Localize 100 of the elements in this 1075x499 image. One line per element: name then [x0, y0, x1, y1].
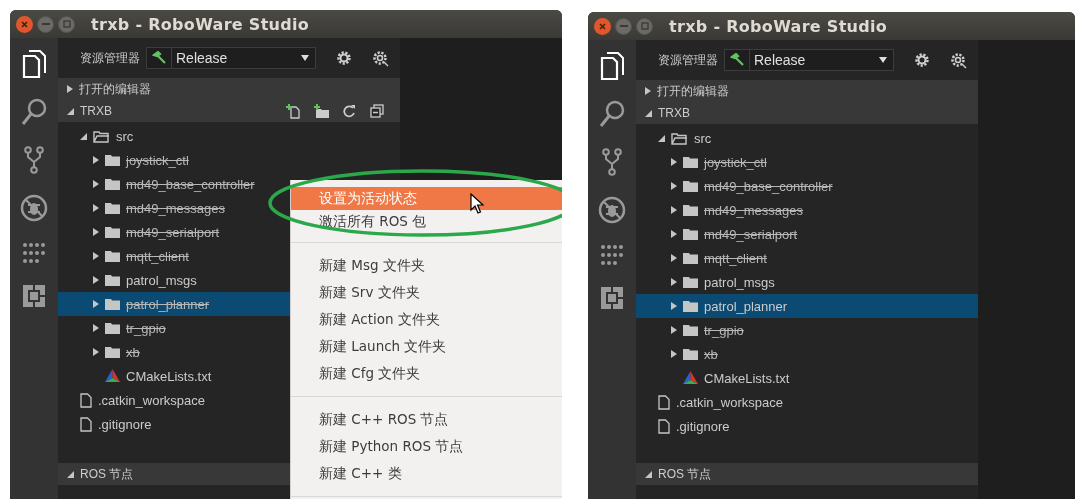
pointer-icon: [470, 193, 484, 215]
hammer-icon: [730, 53, 744, 67]
caret-icon: [645, 87, 651, 95]
menu-item[interactable]: 新建 Msg 文件夹: [291, 252, 562, 279]
section-header[interactable]: ROS 节点: [636, 463, 978, 485]
folder-icon: [105, 202, 120, 214]
collapse-icon[interactable]: [370, 104, 384, 118]
caret-icon: [670, 278, 677, 286]
settings-icon[interactable]: [336, 50, 352, 66]
tree-item[interactable]: xb: [636, 342, 978, 366]
caret-icon: [67, 470, 74, 478]
package-icon[interactable]: [600, 286, 624, 310]
grid-icon[interactable]: [22, 242, 46, 264]
branch-icon[interactable]: [24, 146, 44, 174]
folder-icon: [105, 154, 120, 166]
tree-item[interactable]: joystick_ctl: [58, 148, 400, 172]
refresh-icon[interactable]: [343, 104, 356, 118]
caret-icon: [670, 158, 677, 166]
tree-item[interactable]: md49_messages: [636, 198, 978, 222]
tree-item[interactable]: patrol_msgs: [636, 270, 978, 294]
folder-icon: [105, 346, 120, 358]
folder-icon: [105, 226, 120, 238]
caret-icon: [670, 350, 677, 358]
caret-icon: [92, 156, 99, 164]
caret-icon: [92, 348, 99, 356]
explorer-label: 资源管理器: [658, 51, 718, 69]
section-header[interactable]: TRXB: [636, 102, 978, 124]
file-icon: [658, 418, 670, 434]
tree-item[interactable]: .gitignore: [636, 414, 978, 438]
folder-icon: [683, 324, 698, 336]
caret-icon: [67, 85, 73, 93]
close-icon[interactable]: [594, 17, 611, 35]
tree-item[interactable]: md49_base_controller: [636, 174, 978, 198]
caret-icon: [879, 57, 887, 63]
hammer-icon: [152, 51, 166, 65]
new-folder-icon[interactable]: [314, 104, 329, 118]
folder-icon: [683, 204, 698, 216]
caret-icon: [92, 300, 99, 308]
triangle-icon: [105, 369, 120, 383]
close-icon[interactable]: [16, 15, 33, 33]
window-title: trxb - RoboWare Studio: [669, 16, 888, 36]
menu-item[interactable]: 新建 Cfg 文件夹: [291, 360, 562, 387]
new-file-icon[interactable]: [286, 103, 300, 119]
folder-icon: [683, 276, 698, 288]
caret-icon: [670, 230, 677, 238]
caret-icon: [645, 470, 652, 478]
section-header[interactable]: TRXB: [58, 100, 400, 122]
tree-item[interactable]: patrol_planner: [636, 294, 978, 318]
file-icon: [80, 416, 92, 432]
section-header[interactable]: 打开的编辑器: [58, 78, 400, 100]
caret-icon: [80, 132, 87, 140]
caret-icon: [670, 206, 677, 214]
tree-item[interactable]: mqtt_client: [636, 246, 978, 270]
tree-item[interactable]: CMakeLists.txt: [636, 366, 978, 390]
folder-icon: [683, 228, 698, 240]
triangle-icon: [683, 371, 698, 385]
caret-icon: [92, 228, 99, 236]
build-config-dropdown[interactable]: Release: [146, 47, 316, 69]
tree-item[interactable]: joystick_ctl: [636, 150, 978, 174]
explorer-label: 资源管理器: [80, 49, 140, 67]
tree-item[interactable]: src: [636, 126, 978, 150]
caret-icon: [92, 204, 99, 212]
build-config-dropdown[interactable]: Release: [724, 49, 894, 71]
caret-icon: [92, 276, 99, 284]
files-icon[interactable]: [600, 52, 624, 80]
folder-icon: [105, 250, 120, 262]
file-icon: [80, 392, 92, 408]
tree-item[interactable]: src: [58, 124, 400, 148]
caret-icon: [92, 324, 99, 332]
search-icon[interactable]: [599, 100, 625, 128]
settings-icon[interactable]: [372, 49, 389, 67]
folder-icon: [683, 156, 698, 168]
tree-item[interactable]: md49_serialport: [636, 222, 978, 246]
tree-item[interactable]: .catkin_workspace: [636, 390, 978, 414]
package-icon[interactable]: [22, 284, 46, 308]
caret-icon: [670, 302, 677, 310]
folder-icon: [105, 178, 120, 190]
tree-item[interactable]: tr_gpio: [636, 318, 978, 342]
settings-icon[interactable]: [950, 51, 967, 69]
bug-icon[interactable]: [20, 194, 48, 222]
folder-icon: [683, 252, 698, 264]
files-icon[interactable]: [22, 50, 46, 78]
folder-icon: [105, 322, 120, 334]
menu-item[interactable]: 新建 Python ROS 节点: [291, 433, 562, 460]
window-title: trxb - RoboWare Studio: [91, 14, 310, 34]
menu-item[interactable]: 新建 Launch 文件夹: [291, 333, 562, 360]
grid-icon[interactable]: [600, 244, 624, 266]
file-icon: [658, 394, 670, 410]
folder-icon: [105, 274, 120, 286]
bug-icon[interactable]: [598, 196, 626, 224]
section-header[interactable]: 打开的编辑器: [636, 80, 978, 102]
search-icon[interactable]: [21, 98, 47, 126]
branch-icon[interactable]: [602, 148, 622, 176]
settings-icon[interactable]: [914, 52, 930, 68]
caret-icon: [658, 134, 665, 142]
caret-icon: [670, 182, 677, 190]
caret-icon: [301, 55, 309, 61]
caret-icon: [67, 107, 74, 115]
caret-icon: [92, 252, 99, 260]
folder-icon: [683, 180, 698, 192]
